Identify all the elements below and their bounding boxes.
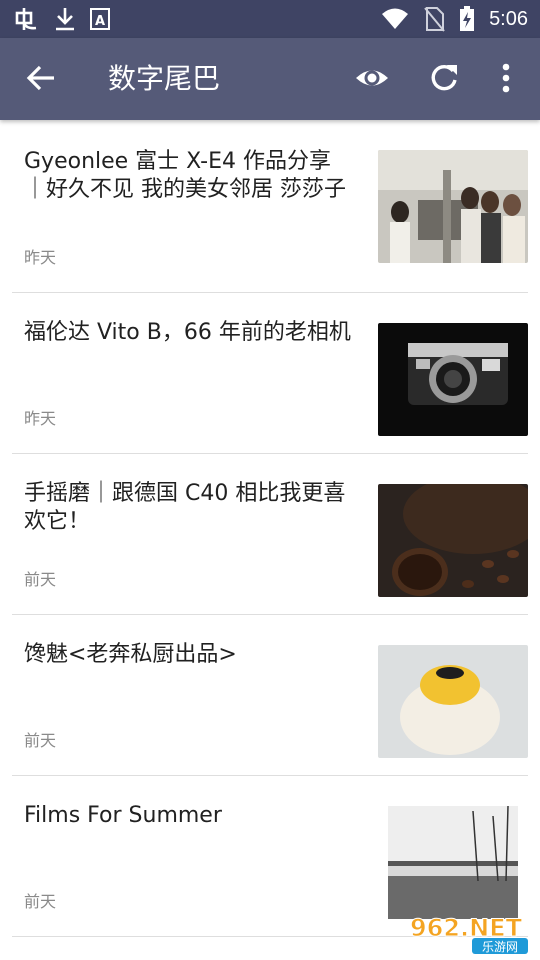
battery-charging-icon [460,6,475,31]
list-item[interactable]: Gyeonlee 富士 X-E4 作品分享｜好久不见 我的美女邻居 莎莎子 昨天 [12,120,528,293]
article-title[interactable]: Films For Summer [24,802,352,830]
list-item[interactable]: 馋魅<老奔私厨出品> 前天 [12,615,528,776]
page-title: 数字尾巴 [108,62,221,95]
font-a-icon: A [90,8,110,30]
article-date: 昨天 [24,248,57,267]
article-date: 前天 [24,731,57,750]
refresh-icon[interactable] [426,60,462,96]
eye-icon[interactable] [354,60,390,96]
article-thumbnail[interactable] [378,150,528,263]
svg-text:A: A [95,14,105,29]
article-thumbnail[interactable] [378,645,528,758]
watermark-text-bottom: 乐游网 [482,940,518,954]
list-item[interactable]: 手摇磨｜跟德国 C40 相比我更喜欢它！ 前天 [12,454,528,615]
article-list: Gyeonlee 富士 X-E4 作品分享｜好久不见 我的美女邻居 莎莎子 昨天… [0,120,540,937]
status-bar: A 5:06 [0,0,540,38]
bug-icon [15,8,37,30]
list-item[interactable]: 福伦达 Vito B，66 年前的老相机 昨天 [12,293,528,454]
article-title[interactable]: 馋魅<老奔私厨出品> [24,641,352,669]
app-bar: 数字尾巴 [0,38,540,120]
article-title[interactable]: Gyeonlee 富士 X-E4 作品分享｜好久不见 我的美女邻居 莎莎子 [24,148,352,204]
article-date: 前天 [24,892,57,911]
arrow-back-icon[interactable] [24,60,60,96]
article-thumbnail[interactable] [378,484,528,597]
watermark-logo: 962.NET 乐游网 [409,914,528,954]
article-date: 昨天 [24,409,57,428]
article-title[interactable]: 手摇磨｜跟德国 C40 相比我更喜欢它！ [24,480,352,536]
more-vert-icon[interactable] [490,60,522,96]
clock: 5:06 [489,8,528,30]
article-date: 前天 [24,570,57,589]
download-icon [56,8,74,31]
no-sim-icon [424,7,445,32]
article-thumbnail[interactable] [378,806,528,919]
watermark-text-top: 962.NET [410,914,523,942]
article-thumbnail[interactable] [378,323,528,436]
article-title[interactable]: 福伦达 Vito B，66 年前的老相机 [24,319,352,347]
wifi-icon [382,8,409,29]
